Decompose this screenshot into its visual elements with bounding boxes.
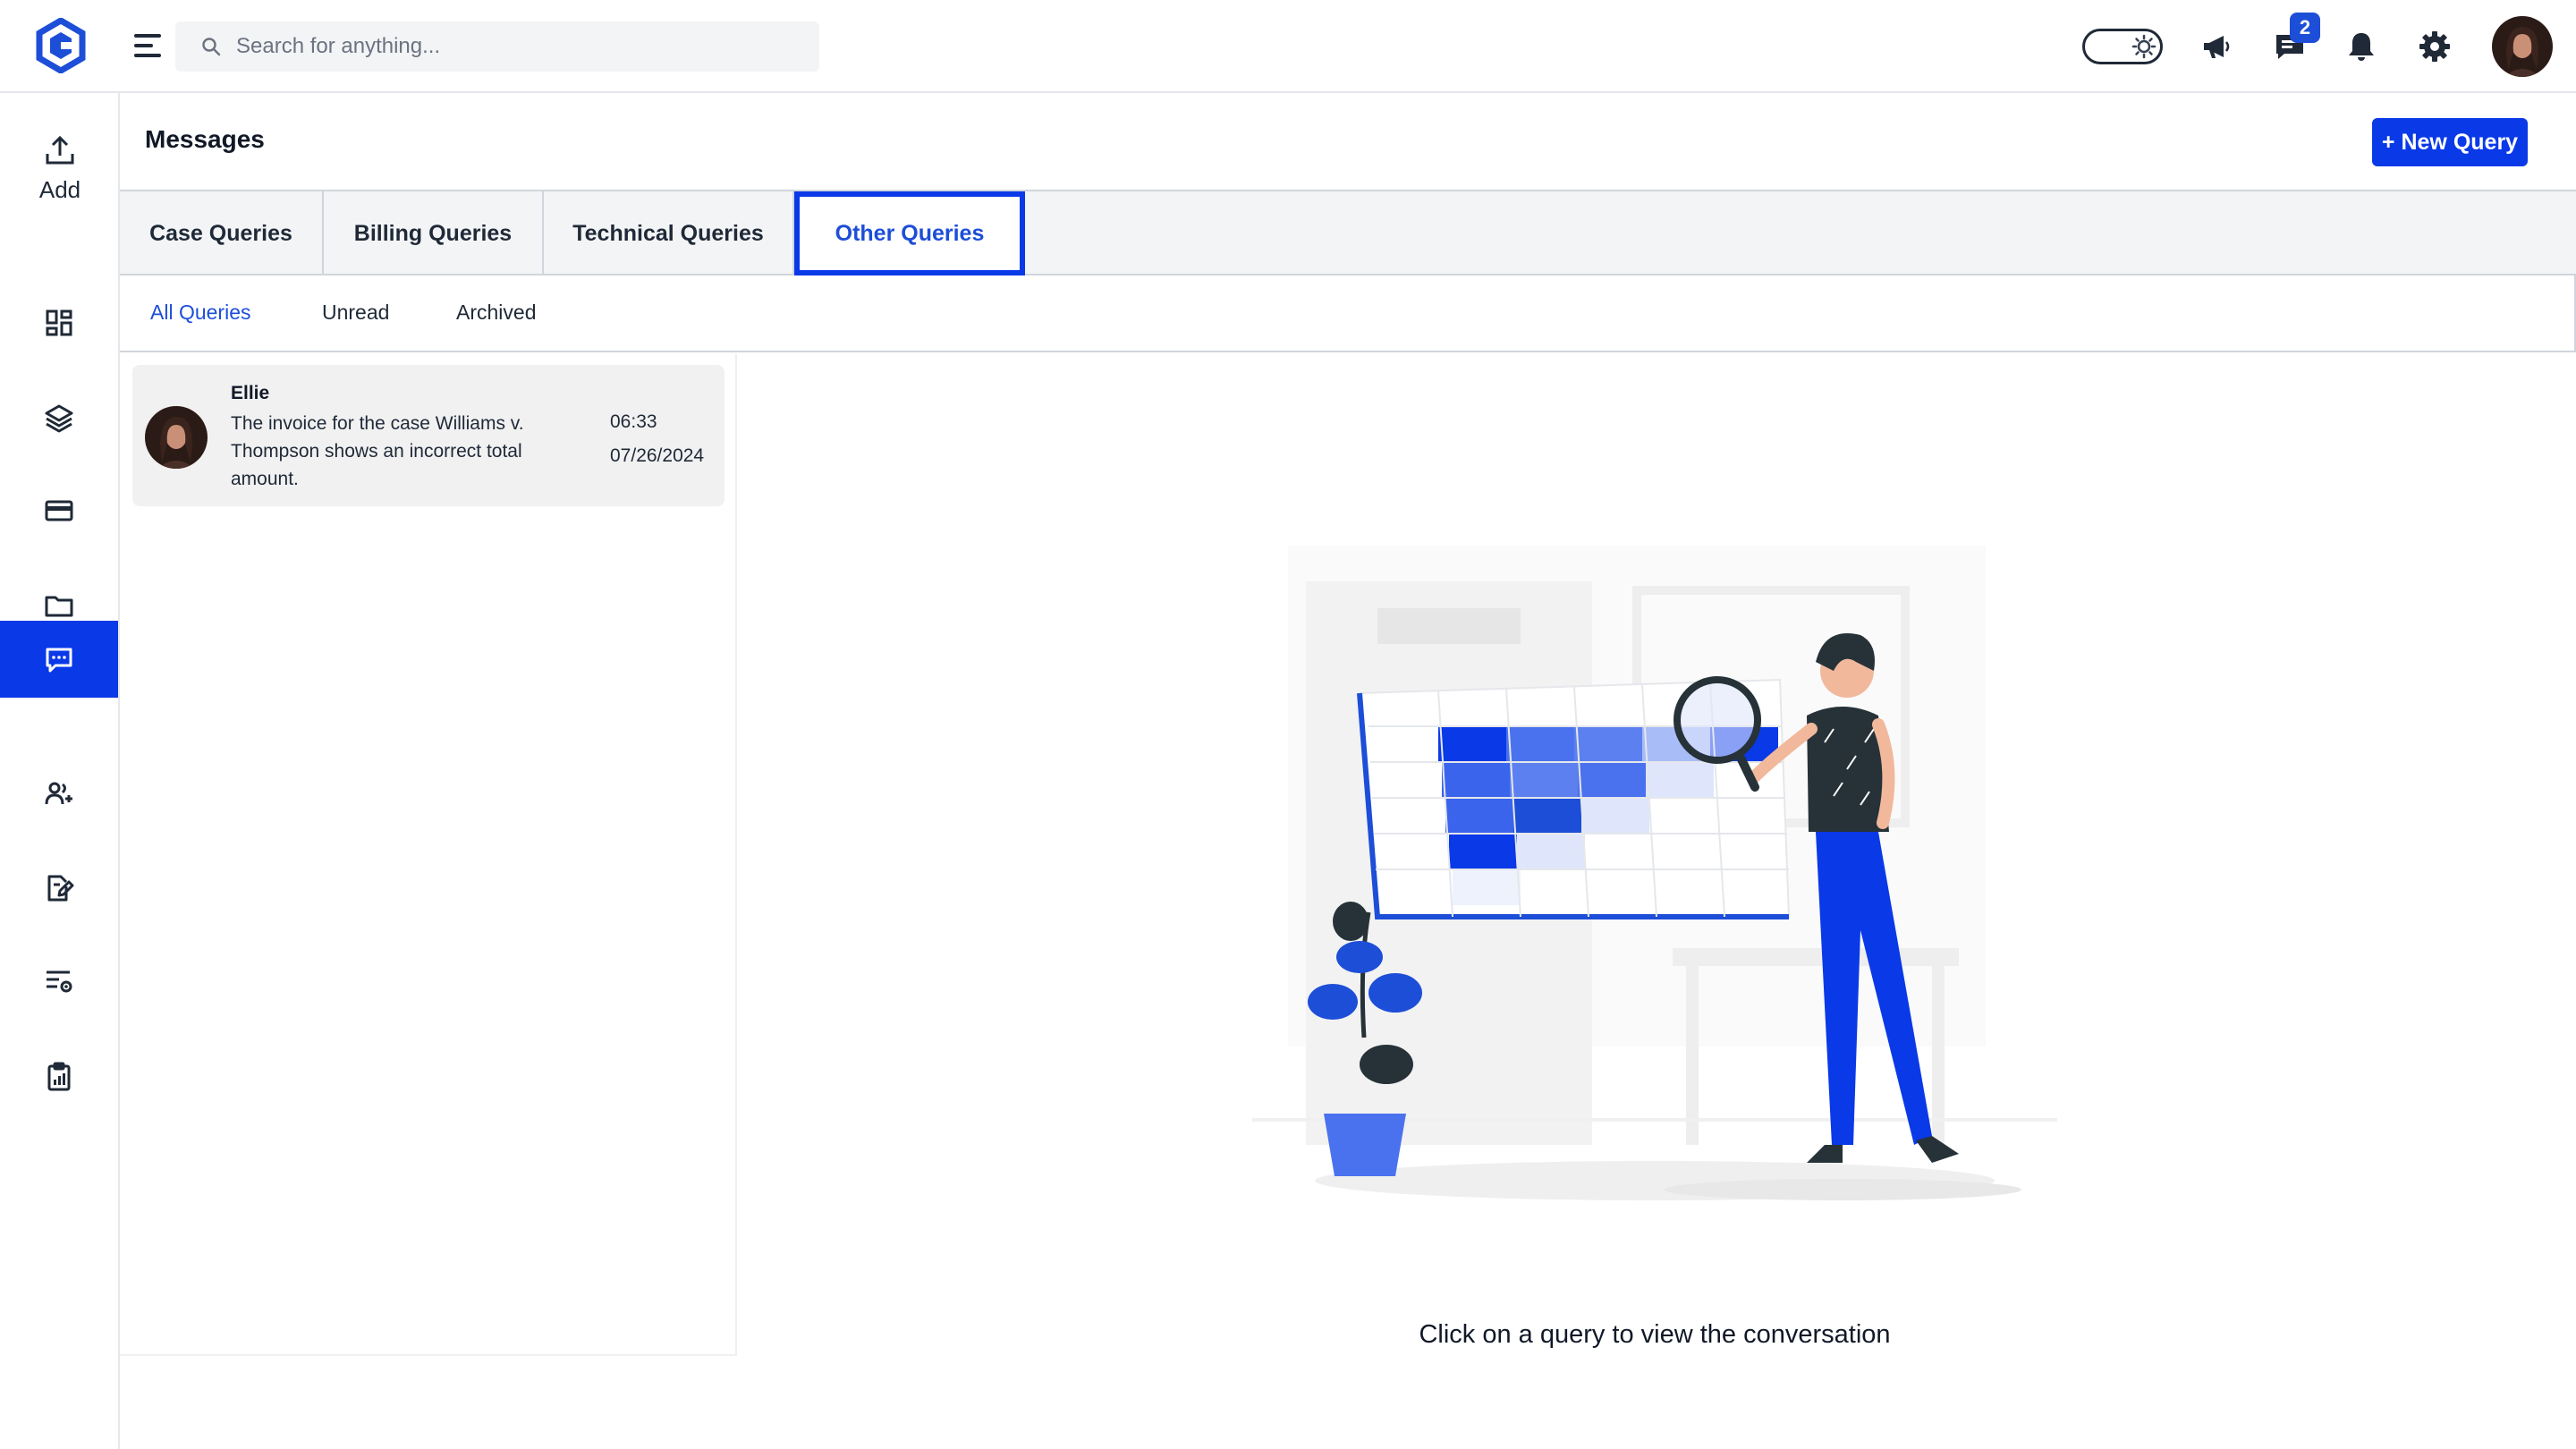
add-label: Add	[38, 176, 81, 203]
dashboard-icon	[46, 309, 72, 336]
folder-icon	[45, 596, 73, 617]
query-category-tabs: Case Queries Billing Queries Technical Q…	[120, 190, 2576, 275]
new-query-button[interactable]: + New Query	[2372, 118, 2528, 166]
message-icon	[46, 648, 72, 673]
theme-toggle[interactable]	[2082, 29, 2163, 64]
page-title: Messages	[145, 125, 265, 153]
sidebar-item-dashboard[interactable]	[0, 284, 118, 361]
left-sidebar: Add	[0, 93, 120, 1449]
sidebar-item-users[interactable]	[0, 755, 118, 832]
message-time: 06:33	[610, 411, 657, 432]
app-logo-icon[interactable]	[36, 18, 86, 73]
credit-card-icon	[45, 500, 73, 521]
subtab-all-queries[interactable]: All Queries	[150, 301, 250, 325]
empty-state-message: Click on a query to view the conversatio…	[1419, 1320, 1891, 1349]
announcement-button[interactable]	[2193, 23, 2240, 70]
app-root: 2	[0, 0, 2576, 1449]
layers-icon	[45, 404, 73, 433]
sidebar-item-cases[interactable]	[0, 379, 118, 456]
chat-button[interactable]: 2	[2267, 13, 2320, 70]
subtab-archived[interactable]: Archived	[456, 301, 536, 325]
search-icon	[202, 38, 221, 56]
top-header: 2	[0, 0, 2576, 93]
query-list: Ellie The invoice for the case Williams …	[120, 354, 737, 1356]
avatar	[145, 406, 208, 469]
search-bar[interactable]	[175, 21, 819, 72]
query-filter-tabs: All Queries Unread Archived	[120, 275, 2576, 352]
empty-state-illustration	[1252, 546, 2057, 1200]
sidebar-item-messages[interactable]	[0, 621, 118, 698]
megaphone-icon	[2204, 36, 2230, 58]
tab-other-queries[interactable]: Other Queries	[794, 191, 1025, 275]
notifications-button[interactable]	[2338, 23, 2385, 70]
subtab-unread[interactable]: Unread	[322, 301, 389, 325]
message-preview: The invoice for the case Williams v. Tho…	[231, 413, 524, 489]
upload-icon	[46, 135, 74, 165]
sidebar-item-billing[interactable]	[0, 472, 118, 549]
sidebar-item-documents[interactable]	[0, 850, 118, 927]
sun-icon	[2131, 34, 2157, 59]
tab-case-queries[interactable]: Case Queries	[120, 191, 324, 275]
user-add-icon	[45, 782, 72, 805]
search-input[interactable]	[236, 34, 791, 59]
chat-badge: 2	[2290, 13, 2320, 43]
menu-toggle-icon[interactable]	[134, 34, 161, 57]
gear-icon	[2419, 31, 2450, 62]
sidebar-item-settings-list[interactable]	[0, 943, 118, 1020]
bell-icon	[2349, 33, 2374, 61]
user-avatar[interactable]	[2492, 16, 2553, 77]
edit-document-icon	[47, 875, 74, 902]
clipboard-chart-icon	[47, 1062, 71, 1091]
message-date: 07/26/2024	[610, 445, 705, 466]
tab-billing-queries[interactable]: Billing Queries	[324, 191, 544, 275]
tab-technical-queries[interactable]: Technical Queries	[544, 191, 794, 275]
add-button[interactable]: Add	[0, 132, 120, 204]
settings-button[interactable]	[2411, 23, 2458, 70]
sender-name: Ellie	[231, 383, 270, 403]
list-settings-icon	[47, 970, 72, 993]
sidebar-item-reports[interactable]	[0, 1038, 118, 1114]
list-item[interactable]: Ellie The invoice for the case Williams …	[132, 365, 724, 506]
